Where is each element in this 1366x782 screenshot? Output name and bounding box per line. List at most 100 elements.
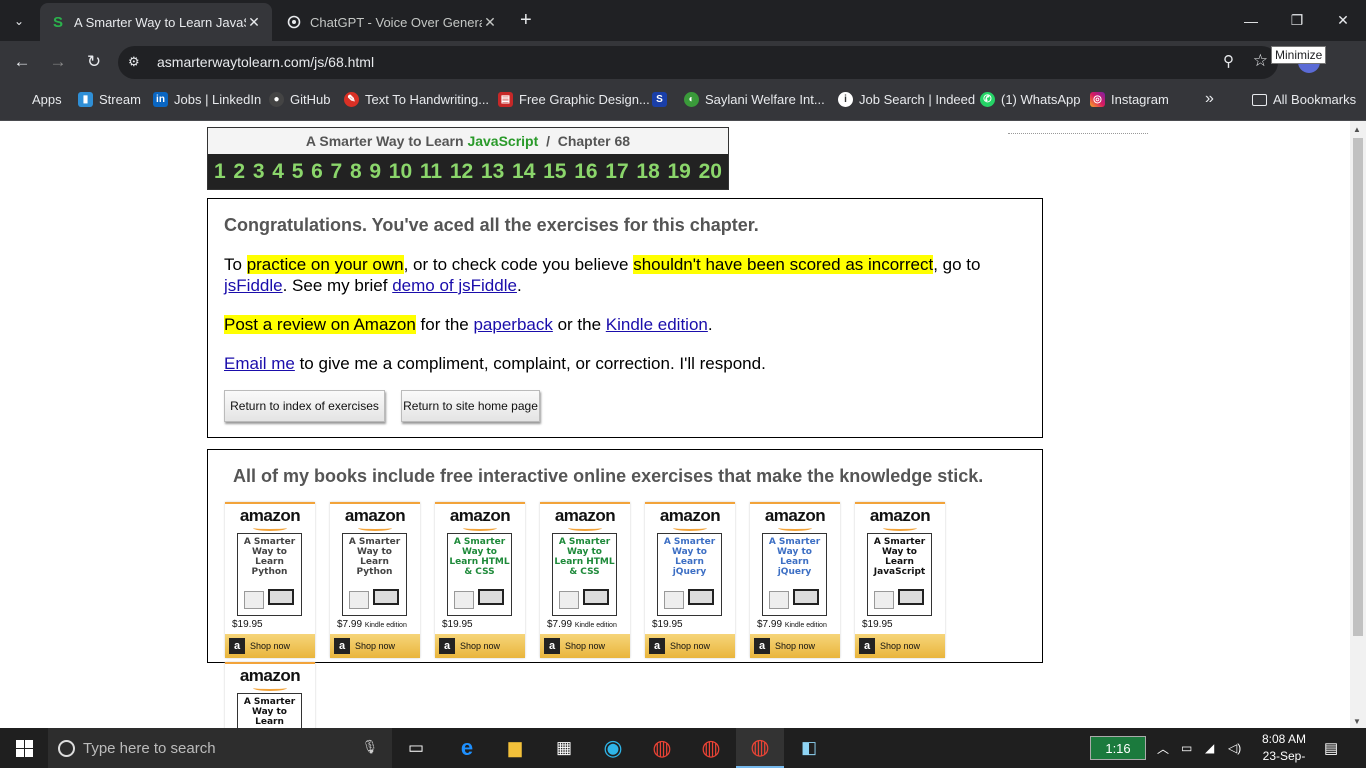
shop-now-button[interactable]: a Shop now: [225, 634, 315, 658]
chapter-link[interactable]: 11: [420, 160, 442, 184]
microphone-icon[interactable]: 🎙: [361, 739, 378, 755]
jsfiddle-link[interactable]: jsFiddle: [224, 276, 283, 295]
app-icon[interactable]: ◧: [785, 728, 833, 768]
bookmark-whatsapp[interactable]: ✆ (1) WhatsApp: [980, 92, 1080, 107]
bookmark-linkedin[interactable]: in Jobs | LinkedIn: [153, 92, 261, 107]
chapter-link[interactable]: 4: [272, 160, 284, 184]
chapter-link[interactable]: 1: [214, 160, 226, 184]
saylani-icon: ◐: [684, 92, 699, 107]
new-tab-icon[interactable]: +: [520, 9, 532, 31]
notifications-icon[interactable]: ▤: [1324, 728, 1338, 768]
url-text[interactable]: asmarterwaytolearn.com/js/68.html: [157, 54, 374, 70]
volume-icon[interactable]: ◁): [1228, 728, 1241, 768]
chapter-link[interactable]: 14: [512, 160, 535, 184]
chapter-link[interactable]: 9: [369, 160, 381, 184]
page-scrollbar[interactable]: ▲ ▼: [1350, 121, 1366, 728]
bookmark-stream[interactable]: ▮ Stream: [78, 92, 141, 107]
bookmark-saylani[interactable]: ◐ Saylani Welfare Int...: [684, 92, 825, 107]
chrome-active-icon[interactable]: ◍: [736, 728, 784, 768]
minimize-icon[interactable]: —: [1228, 0, 1274, 41]
book-ad[interactable]: amazon A Smarter Way to Learn JavaScript $…: [855, 502, 945, 658]
chapter-link[interactable]: 16: [574, 160, 597, 184]
scroll-up-icon[interactable]: ▲: [1353, 125, 1361, 134]
clock[interactable]: 8:08 AM 23-Sep-24: [1256, 731, 1312, 782]
chapter-link[interactable]: 3: [253, 160, 265, 184]
demo-jsfiddle-link[interactable]: demo of jsFiddle: [392, 276, 517, 295]
book-ad[interactable]: amazon A Smarter Way to Learn Python $7.99…: [330, 502, 420, 658]
timer-widget[interactable]: 1:16: [1090, 736, 1146, 760]
task-view-icon[interactable]: ▭: [392, 728, 440, 768]
taskbar-search[interactable]: Type here to search 🎙: [48, 728, 392, 768]
email-me-link[interactable]: Email me: [224, 354, 295, 373]
address-bar[interactable]: ⚙ asmarterwaytolearn.com/js/68.html ⚲ ☆: [118, 46, 1278, 79]
chapter-link[interactable]: 17: [605, 160, 628, 184]
book-ad[interactable]: amazon A Smarter Way to Learn HTML & CSS $…: [435, 502, 525, 658]
chapter-link[interactable]: 8: [350, 160, 362, 184]
shop-now-button[interactable]: a Shop now: [750, 634, 840, 658]
chrome-profile-icon[interactable]: ◍: [687, 728, 735, 768]
chapter-link[interactable]: 19: [667, 160, 690, 184]
bookmark-text-to-handwriting[interactable]: ✎ Text To Handwriting...: [344, 92, 489, 107]
chapter-link[interactable]: 12: [450, 160, 473, 184]
chapter-link[interactable]: 13: [481, 160, 504, 184]
amazon-logo: amazon: [449, 506, 511, 525]
bookmark-star-icon[interactable]: ☆: [1253, 51, 1268, 71]
shop-now-button[interactable]: a Shop now: [540, 634, 630, 658]
edge-icon[interactable]: ◉: [589, 728, 637, 768]
shop-now-button[interactable]: a Shop now: [855, 634, 945, 658]
shop-now-button[interactable]: a Shop now: [435, 634, 525, 658]
paperback-link[interactable]: paperback: [473, 315, 552, 334]
close-tab-icon[interactable]: ✕: [482, 14, 498, 31]
store-icon[interactable]: ▦: [540, 728, 588, 768]
amazon-logo: amazon: [344, 506, 406, 525]
shop-now-button[interactable]: a Shop now: [645, 634, 735, 658]
book-ad[interactable]: amazon A Smarter Way to Learn HTML & CSS $…: [540, 502, 630, 658]
bookmark-apps[interactable]: Apps: [12, 92, 62, 107]
show-hidden-icons-icon[interactable]: ︿: [1157, 728, 1169, 768]
tab-smarter-way-js[interactable]: S A Smarter Way to Learn JavaScript ✕: [40, 3, 272, 41]
tab-search-dropdown-icon[interactable]: ⌄: [6, 8, 32, 34]
chapter-link[interactable]: 7: [331, 160, 343, 184]
tab-chatgpt[interactable]: ChatGPT - Voice Over Generator ✕: [276, 3, 508, 41]
amazon-a-icon: a: [649, 638, 665, 654]
chapter-link[interactable]: 18: [636, 160, 659, 184]
scrollbar-thumb[interactable]: [1353, 138, 1363, 636]
more-bookmarks-icon[interactable]: »: [1205, 90, 1214, 108]
all-bookmarks[interactable]: All Bookmarks: [1252, 92, 1356, 107]
restore-icon[interactable]: ❐: [1274, 0, 1320, 41]
return-to-home-button[interactable]: Return to site home page: [401, 390, 540, 422]
back-icon[interactable]: ←: [10, 50, 34, 74]
scroll-down-icon[interactable]: ▼: [1353, 717, 1361, 726]
site-info-icon[interactable]: ⚙: [128, 54, 140, 70]
book-ad[interactable]: amazon A Smarter Way to Learn Python $19.9…: [225, 502, 315, 658]
bookmark-unnamed[interactable]: S: [652, 92, 673, 107]
chrome-icon[interactable]: ◍: [638, 728, 686, 768]
chapter-link[interactable]: 20: [699, 160, 722, 184]
reload-icon[interactable]: ↻: [82, 50, 106, 74]
book-ad[interactable]: amazon A Smarter Way to Learn: [225, 662, 315, 728]
book-price: $19.95: [442, 619, 473, 630]
book-ad[interactable]: amazon A Smarter Way to Learn jQuery $19.9…: [645, 502, 735, 658]
chapter-link[interactable]: 6: [311, 160, 323, 184]
chapter-link[interactable]: 5: [292, 160, 304, 184]
chapter-link[interactable]: 2: [233, 160, 245, 184]
chapter-link[interactable]: 10: [389, 160, 412, 184]
bookmark-github[interactable]: ● GitHub: [269, 92, 330, 107]
ie-icon[interactable]: e: [443, 728, 491, 768]
close-window-icon[interactable]: ✕: [1320, 0, 1366, 41]
chapter-link[interactable]: 15: [543, 160, 566, 184]
book-ad[interactable]: amazon A Smarter Way to Learn jQuery $7.99…: [750, 502, 840, 658]
shop-now-button[interactable]: a Shop now: [330, 634, 420, 658]
bookmark-graphic-design[interactable]: ▤ Free Graphic Design...: [498, 92, 650, 107]
return-to-index-button[interactable]: Return to index of exercises: [224, 390, 385, 422]
zoom-icon[interactable]: ⚲: [1223, 52, 1234, 70]
battery-icon[interactable]: ▭: [1181, 728, 1192, 768]
start-button[interactable]: [0, 728, 48, 768]
kindle-edition-link[interactable]: Kindle edition: [606, 315, 708, 334]
bookmark-instagram[interactable]: ◎ Instagram: [1090, 92, 1169, 107]
wifi-icon[interactable]: ◢: [1205, 728, 1214, 768]
file-explorer-icon[interactable]: ▆: [491, 728, 539, 768]
forward-icon[interactable]: →: [46, 50, 70, 74]
bookmark-indeed[interactable]: i Job Search | Indeed: [838, 92, 975, 107]
close-tab-icon[interactable]: ✕: [246, 14, 262, 31]
